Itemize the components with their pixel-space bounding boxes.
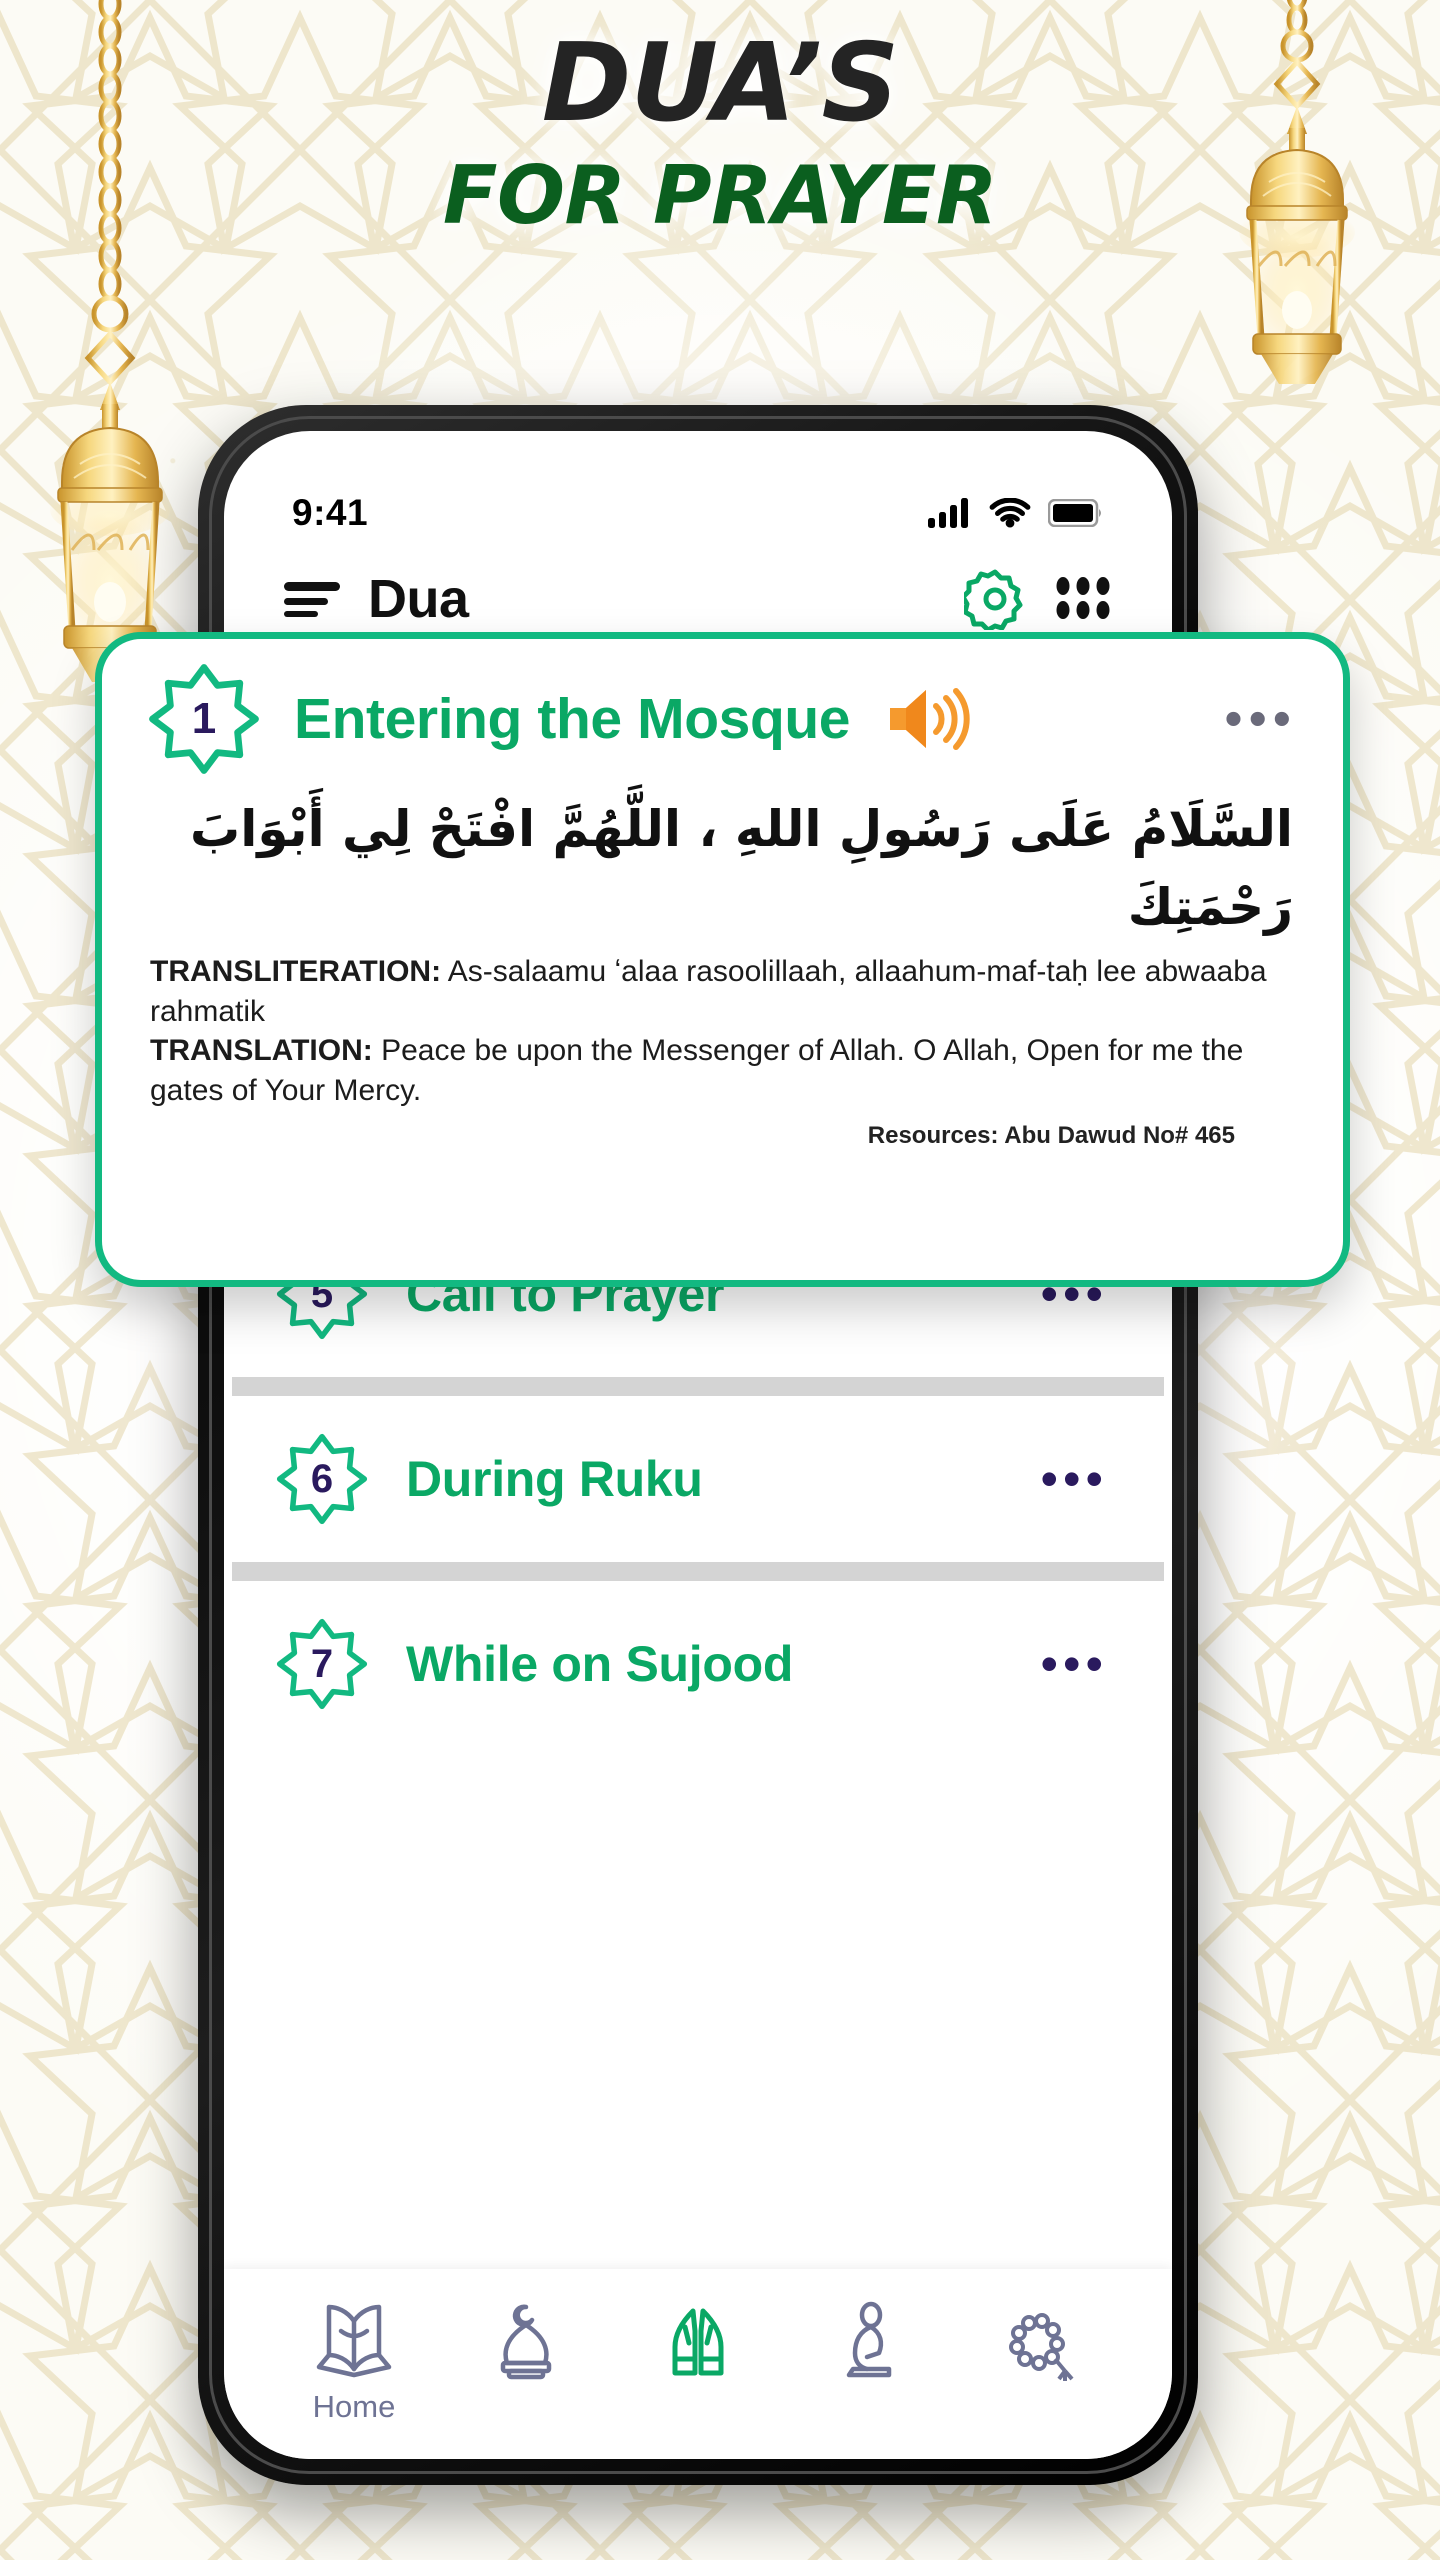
dua-transliteration: TRANSLITERATION: As-salaamu ʻalaa rasool… [148, 952, 1297, 1031]
more-options-icon[interactable]: ••• [1224, 693, 1297, 744]
status-bar: 9:41 [224, 431, 1172, 551]
hamburger-menu-icon[interactable] [284, 578, 340, 620]
dua-card-header: 1 Entering the Mosque ••• [148, 663, 1297, 775]
person-praying-icon [846, 2301, 892, 2378]
tasbih-beads-icon [1009, 2313, 1074, 2381]
status-time: 9:41 [292, 492, 369, 533]
dua-number: 6 [310, 1456, 334, 1501]
grid-menu-icon[interactable] [1054, 576, 1112, 622]
dua-detail-card[interactable]: 1 Entering the Mosque ••• السَّلَامُ عَل… [95, 632, 1350, 1287]
speaker-volume-icon [890, 688, 970, 750]
dua-number: 7 [310, 1641, 334, 1686]
nav-item-home[interactable]: Home [279, 2297, 429, 2425]
dua-arabic-text: السَّلَامُ عَلَى رَسُولِ اللهِ ، اللَّهُ… [189, 800, 1293, 936]
page-subtitle: FOR PRAYER [442, 149, 998, 242]
nav-item-dua[interactable] [623, 2297, 773, 2389]
list-divider [232, 1562, 1164, 1581]
dua-number-badge: 6 [276, 1433, 368, 1525]
dua-number-badge: 1 [148, 663, 260, 775]
nav-label-home: Home [312, 2389, 396, 2424]
quran-book-icon [316, 2304, 392, 2378]
translation-label: TRANSLATION: [150, 1034, 373, 1068]
audio-play-button[interactable] [884, 684, 970, 754]
list-item-title: While on Sujood [406, 1636, 794, 1692]
more-options-icon[interactable]: ••• [1040, 1454, 1116, 1504]
dua-number: 1 [191, 694, 217, 743]
nav-item-prayer[interactable] [795, 2297, 945, 2389]
list-item[interactable]: 6 During Ruku ••• [224, 1396, 1172, 1562]
dua-number-badge: 7 [276, 1618, 368, 1710]
poster-headline: DUA’S FOR PRAYER [0, 30, 1440, 236]
app-title: Dua [368, 569, 469, 629]
battery-icon [1048, 499, 1101, 527]
dua-card-title: Entering the Mosque [294, 687, 851, 751]
more-options-icon[interactable]: ••• [1040, 1639, 1116, 1689]
transliteration-label: TRANSLITERATION: [150, 955, 442, 988]
more-options-icon[interactable]: ••• [1040, 1269, 1116, 1319]
list-item[interactable]: 7 While on Sujood ••• [224, 1581, 1172, 1747]
cellular-signal-icon [928, 498, 968, 528]
bottom-navigation-bar: Home [224, 2269, 1172, 2459]
gear-icon[interactable] [964, 568, 1026, 630]
nav-item-mosque[interactable] [451, 2297, 601, 2389]
nav-item-tasbih[interactable] [967, 2297, 1117, 2389]
status-icons [928, 497, 1104, 529]
page-title: DUA’S [541, 21, 900, 146]
wifi-icon [989, 497, 1031, 527]
praying-hands-icon [672, 2308, 724, 2376]
dua-resource-reference: Resources: Abu Dawud No# 465 [867, 1122, 1235, 1150]
list-item-title: During Ruku [406, 1451, 703, 1507]
dua-translation: TRANSLATION: Peace be upon the Messenger… [148, 1031, 1297, 1110]
mosque-dome-icon [500, 2304, 552, 2380]
list-divider [232, 1377, 1164, 1396]
